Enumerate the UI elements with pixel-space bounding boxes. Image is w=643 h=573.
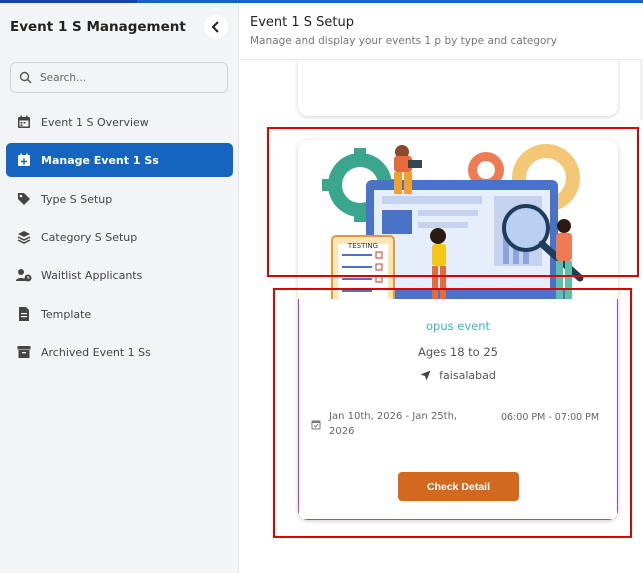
calendar-icon xyxy=(16,114,32,130)
event-card[interactable]: TESTING opus event Ages 18 to 25 faisala… xyxy=(298,140,618,520)
page-header: Event 1 S Setup Manage and display your … xyxy=(240,3,643,60)
event-card-previous[interactable] xyxy=(298,60,618,116)
event-ages: Ages 18 to 25 xyxy=(417,345,498,359)
calendar-check-icon xyxy=(311,420,321,430)
calendar-plus-icon xyxy=(16,152,32,168)
sidebar-item-manage-events[interactable]: Manage Event 1 Ss xyxy=(6,143,233,177)
sidebar-item-label: Event 1 S Overview xyxy=(41,115,149,129)
page-title: Event 1 S Setup xyxy=(250,15,354,30)
sidebar-item-type-setup[interactable]: Type S Setup xyxy=(6,182,233,216)
check-detail-button[interactable]: Check Detail xyxy=(398,472,519,501)
page-subtitle: Manage and display your events 1 p by ty… xyxy=(250,35,557,47)
event-name: opus event xyxy=(425,319,491,333)
chevron-left-icon xyxy=(211,21,219,33)
event-card-body: opus event Ages 18 to 25 faisalabad Jan … xyxy=(298,299,618,520)
search-icon xyxy=(19,71,32,84)
sidebar-item-category-setup[interactable]: Category S Setup xyxy=(6,220,233,254)
svg-text:TESTING: TESTING xyxy=(347,242,378,250)
location-arrow-icon xyxy=(420,370,431,381)
sidebar-item-label: Archived Event 1 Ss xyxy=(41,345,151,359)
event-location: faisalabad xyxy=(299,369,617,382)
sidebar-item-waitlist-applicants[interactable]: Waitlist Applicants xyxy=(6,258,233,292)
user-clock-icon xyxy=(16,267,32,283)
sidebar-item-label: Template xyxy=(41,307,92,321)
sidebar-item-label: Type S Setup xyxy=(41,192,113,206)
sidebar-item-label: Manage Event 1 Ss xyxy=(41,153,159,167)
search-input[interactable] xyxy=(38,70,212,85)
sidebar-item-archived-events[interactable]: Archived Event 1 Ss xyxy=(6,335,233,369)
archive-icon xyxy=(16,344,32,360)
layers-icon xyxy=(16,229,32,245)
event-illustration: TESTING xyxy=(298,140,618,300)
event-time-range: 06:00 PM - 07:00 PM xyxy=(501,412,600,423)
main-content: TESTING opus event Ages 18 to 25 faisala… xyxy=(240,60,643,573)
file-icon xyxy=(16,306,32,322)
search-box[interactable] xyxy=(10,62,228,93)
sidebar-item-label: Category S Setup xyxy=(41,230,138,244)
sidebar-title: Event 1 S Management xyxy=(10,19,186,35)
sidebar-item-template[interactable]: Template xyxy=(6,297,233,331)
sidebar-item-label: Waitlist Applicants xyxy=(41,268,143,282)
event-location-text: faisalabad xyxy=(439,369,496,382)
sidebar-item-event-overview[interactable]: Event 1 S Overview xyxy=(6,105,233,139)
sidebar: Event 1 S Management Event 1 S Overview … xyxy=(0,3,239,573)
collapse-sidebar-button[interactable] xyxy=(204,15,228,39)
event-date-range: Jan 10th, 2026 - Jan 25th, 2026 xyxy=(329,411,458,437)
tags-icon xyxy=(16,191,32,207)
